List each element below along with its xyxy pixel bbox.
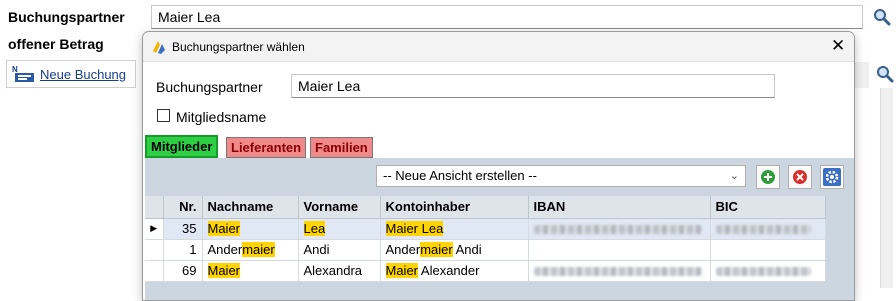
cell-bic [710,239,826,261]
cell-nr: 35 [163,218,203,240]
search-highlight: Maier [385,221,419,236]
chevron-down-icon: ⌄ [729,170,739,182]
delete-icon [793,170,807,184]
tab-familien[interactable]: Familien [310,137,373,158]
cell-nachname: Maier [202,260,299,282]
cell-vorname: Alexandra [298,260,381,282]
tab-lieferanten[interactable]: Lieferanten [226,137,307,158]
new-booking-label: Neue Buchung [40,66,127,82]
member-name-label: Mitgliedsname [176,109,267,125]
row-indicator [145,260,164,282]
table-row[interactable]: 69 Maier Alexandra Maier Alexander [145,260,826,282]
grid-panel: -- Neue Ansicht erstellen -- ⌄ Nr. Nachn… [145,158,854,300]
new-booking-icon: N [12,65,34,82]
cell-kontoinhaber: Andermaier Andi [380,239,529,261]
view-select[interactable]: -- Neue Ansicht erstellen -- ⌄ [376,165,746,187]
column-iban[interactable]: IBAN [528,196,711,219]
cell-kontoinhaber: Maier Alexander [380,260,529,282]
svg-text:N: N [12,65,18,74]
cell-iban-redacted [528,260,711,282]
background-scrollbar[interactable] [880,88,893,288]
table-row[interactable]: 1 Andermaier Andi Andermaier Andi [145,239,826,261]
cell-vorname: Andi [298,239,381,261]
dialog-titlebar: Buchungspartner wählen ✕ [143,32,854,62]
column-nachname[interactable]: Nachname [202,196,299,219]
column-bic[interactable]: BIC [710,196,826,219]
name-prefix: Ander [385,242,421,257]
search-highlight: Maier [385,263,419,278]
name-suffix: Andi [452,242,482,257]
dialog-title: Buchungspartner wählen [172,40,305,54]
cell-bic-redacted [710,260,826,282]
cell-vorname: Lea [298,218,381,240]
column-kontoinhaber[interactable]: Kontoinhaber [380,196,529,219]
search-highlight: Lea [303,221,326,236]
search-icon[interactable] [873,8,891,26]
select-partner-dialog: Buchungspartner wählen ✕ Buchungspartner… [142,31,855,301]
partner-field[interactable]: Maier Lea [151,5,863,29]
search-highlight: maier [420,242,453,257]
cell-nr: 1 [163,239,203,261]
table-row[interactable]: ▶ 35 Maier Lea Maier Lea [145,218,826,240]
cell-nr: 69 [163,260,203,282]
table-header-row: Nr. Nachname Vorname Kontoinhaber IBAN B… [145,196,826,219]
new-booking-button[interactable]: N Neue Buchung [6,60,136,88]
gear-icon [823,168,841,186]
cell-bic-redacted [710,218,826,240]
cell-nachname: Andermaier [202,239,299,261]
open-amount-label: offener Betrag [8,36,104,52]
background-strip [855,62,869,88]
members-table: Nr. Nachname Vorname Kontoinhaber IBAN B… [145,196,826,282]
row-indicator-header [145,196,164,219]
search-highlight: maier [242,242,275,257]
search-icon-2[interactable] [876,65,894,83]
row-indicator [145,239,164,261]
delete-view-button[interactable] [788,165,812,189]
search-highlight: Lea [418,221,444,236]
app-icon [153,41,165,54]
member-name-checkbox[interactable] [157,109,170,122]
search-highlight: Maier [207,263,241,278]
tab-mitglieder[interactable]: Mitglieder [145,135,219,158]
dialog-partner-label: Buchungspartner [156,79,263,95]
column-nr[interactable]: Nr. [163,196,203,219]
name-suffix: Alexander [418,263,480,278]
name-prefix: Ander [207,242,243,257]
add-view-button[interactable] [756,165,780,189]
cell-iban [528,239,711,261]
plus-icon [761,170,775,184]
partner-label: Buchungspartner [8,9,125,25]
settings-button[interactable] [820,165,844,189]
close-icon[interactable]: ✕ [831,36,845,56]
column-vorname[interactable]: Vorname [298,196,381,219]
cell-nachname: Maier [202,218,299,240]
dialog-partner-field[interactable]: Maier Lea [291,74,775,98]
cell-iban-redacted [528,218,711,240]
view-select-value: -- Neue Ansicht erstellen -- [383,168,537,183]
cell-kontoinhaber: Maier Lea [380,218,529,240]
search-highlight: Maier [207,221,241,236]
current-row-indicator-icon: ▶ [145,218,164,240]
